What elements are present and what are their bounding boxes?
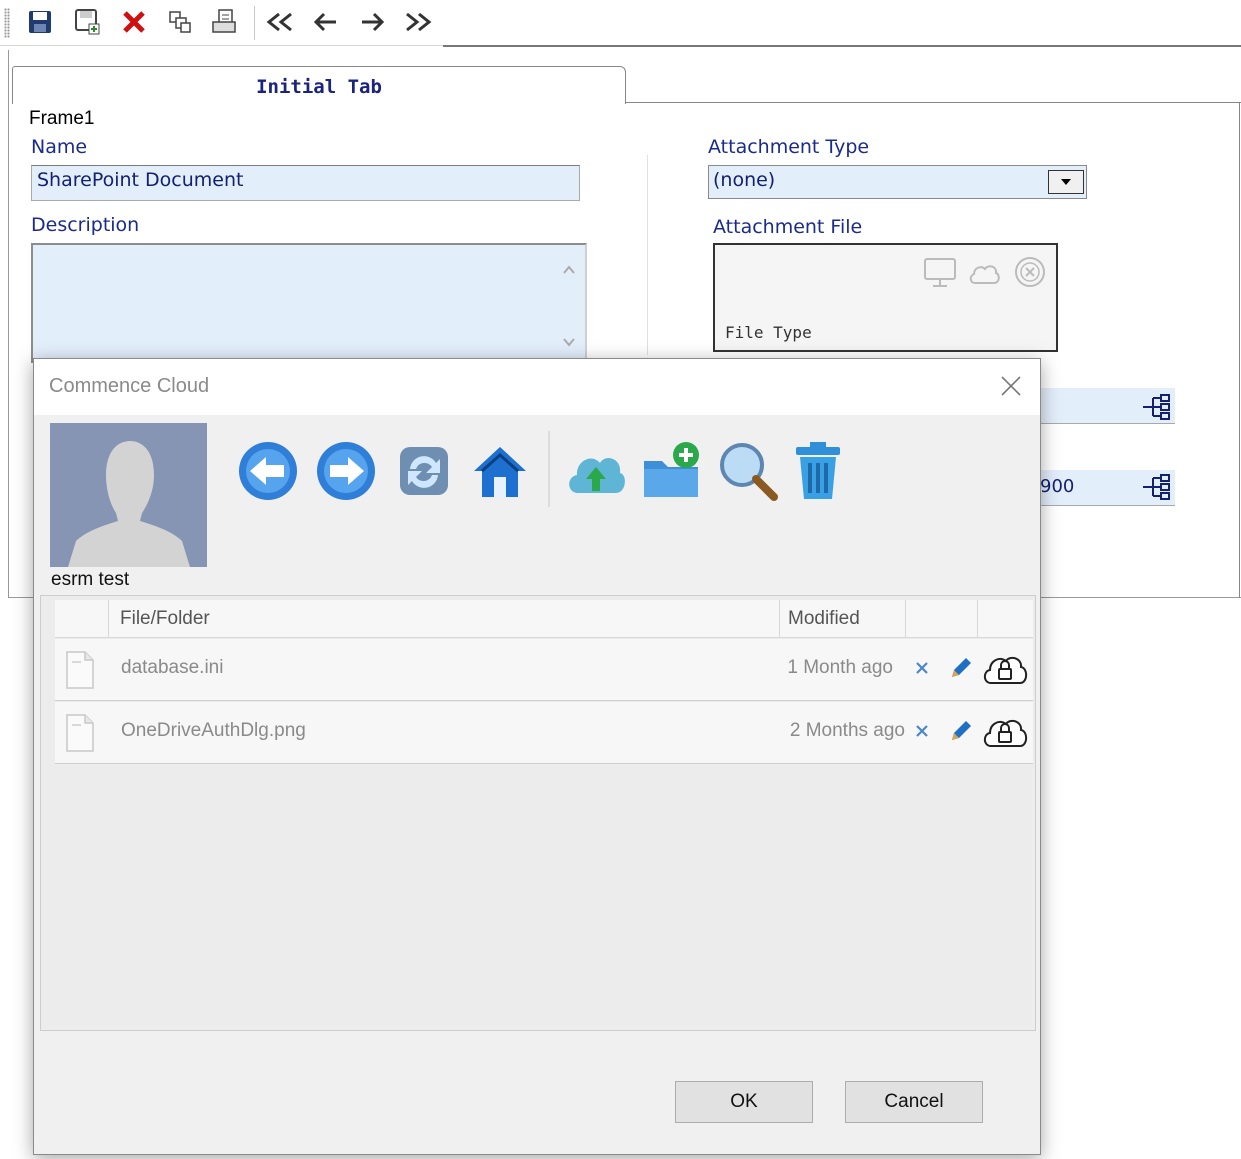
table-row[interactable]: database.ini 1 Month ago <box>55 639 1033 701</box>
header-actions-1 <box>906 600 978 638</box>
close-icon[interactable] <box>998 373 1024 399</box>
tab-panel-right-border <box>1239 102 1240 598</box>
attachment-type-label: Attachment Type <box>708 136 870 158</box>
search-icon[interactable] <box>716 439 780 503</box>
file-name[interactable]: OneDriveAuthDlg.png <box>121 720 306 742</box>
print-icon[interactable] <box>208 6 240 38</box>
form-top-line <box>443 45 1241 47</box>
dialog-toolbar-separator <box>548 431 550 507</box>
home-icon[interactable] <box>468 439 532 503</box>
cloud-icon[interactable] <box>967 259 1001 291</box>
forward-icon[interactable] <box>314 439 378 503</box>
name-label: Name <box>31 136 88 158</box>
cloud-upload-icon[interactable] <box>564 439 628 503</box>
save-new-icon[interactable] <box>72 6 104 38</box>
refresh-icon[interactable] <box>392 439 456 503</box>
tab-strip-line <box>626 102 1241 103</box>
header-file-folder[interactable]: File/Folder <box>109 600 780 638</box>
avatar <box>50 423 207 567</box>
main-toolbar <box>0 0 450 46</box>
dialog-title-bar[interactable]: Commence Cloud <box>34 359 1040 415</box>
toolbar-bottom-line <box>0 45 443 46</box>
file-list-header: File/Folder Modified <box>55 600 1033 638</box>
header-icon-column <box>55 600 109 638</box>
background-field-2-value: 900 <box>1040 476 1075 497</box>
toolbar-grip[interactable] <box>4 8 10 38</box>
ok-button[interactable]: OK <box>675 1081 813 1123</box>
chevron-down-icon[interactable] <box>1048 170 1084 194</box>
connection-icon[interactable] <box>1139 472 1173 507</box>
next-record-icon[interactable] <box>356 6 388 38</box>
file-name[interactable]: database.ini <box>121 657 223 679</box>
dialog-title: Commence Cloud <box>49 375 210 397</box>
background-field-1[interactable] <box>1040 388 1175 424</box>
file-icon <box>63 713 97 757</box>
attachment-file-box[interactable]: File Type <box>713 243 1058 352</box>
toolbar-separator <box>254 6 255 40</box>
cloud-lock-icon[interactable] <box>981 714 1029 754</box>
delete-icon[interactable] <box>118 6 150 38</box>
attachment-type-value: (none) <box>713 169 776 191</box>
frame-label: Frame1 <box>29 108 95 129</box>
edit-icon[interactable] <box>948 718 974 748</box>
file-modified: 2 Months ago <box>789 720 905 741</box>
copy-icon[interactable] <box>164 6 196 38</box>
table-row[interactable]: OneDriveAuthDlg.png 2 Months ago <box>55 702 1033 764</box>
cloud-lock-icon[interactable] <box>981 651 1029 691</box>
new-folder-icon[interactable] <box>640 439 704 503</box>
commence-cloud-dialog: Commence Cloud esrm test File/Folder Mod… <box>33 358 1041 1155</box>
tab-initial-label: Initial Tab <box>256 76 382 98</box>
edit-icon[interactable] <box>948 655 974 685</box>
previous-record-icon[interactable] <box>310 6 342 38</box>
cancel-button[interactable]: Cancel <box>845 1081 983 1123</box>
trash-icon[interactable] <box>786 439 850 503</box>
clear-icon[interactable] <box>1013 255 1047 293</box>
monitor-icon[interactable] <box>923 257 957 293</box>
file-list: File/Folder Modified database.ini 1 Mont… <box>40 595 1036 1031</box>
attachment-type-select[interactable]: (none) <box>708 165 1087 199</box>
save-icon[interactable] <box>24 6 56 38</box>
first-record-icon[interactable] <box>264 6 296 38</box>
header-modified[interactable]: Modified <box>780 600 906 638</box>
remove-icon[interactable] <box>913 659 931 681</box>
attachment-file-label: Attachment File <box>713 216 863 238</box>
last-record-icon[interactable] <box>402 6 434 38</box>
connection-icon[interactable] <box>1139 392 1173 427</box>
column-divider <box>647 155 648 355</box>
file-icon <box>63 650 97 694</box>
description-scrollbar[interactable] <box>557 251 581 351</box>
name-field[interactable]: SharePoint Document <box>31 165 580 201</box>
description-label: Description <box>31 214 140 236</box>
file-type-label: File Type <box>725 323 812 342</box>
remove-icon[interactable] <box>913 722 931 744</box>
back-icon[interactable] <box>236 439 300 503</box>
header-actions-2 <box>978 600 1033 638</box>
user-name: esrm test <box>51 569 130 590</box>
background-field-2[interactable]: 900 <box>1040 470 1175 506</box>
file-modified: 1 Month ago <box>787 657 893 678</box>
description-field[interactable] <box>31 243 587 363</box>
